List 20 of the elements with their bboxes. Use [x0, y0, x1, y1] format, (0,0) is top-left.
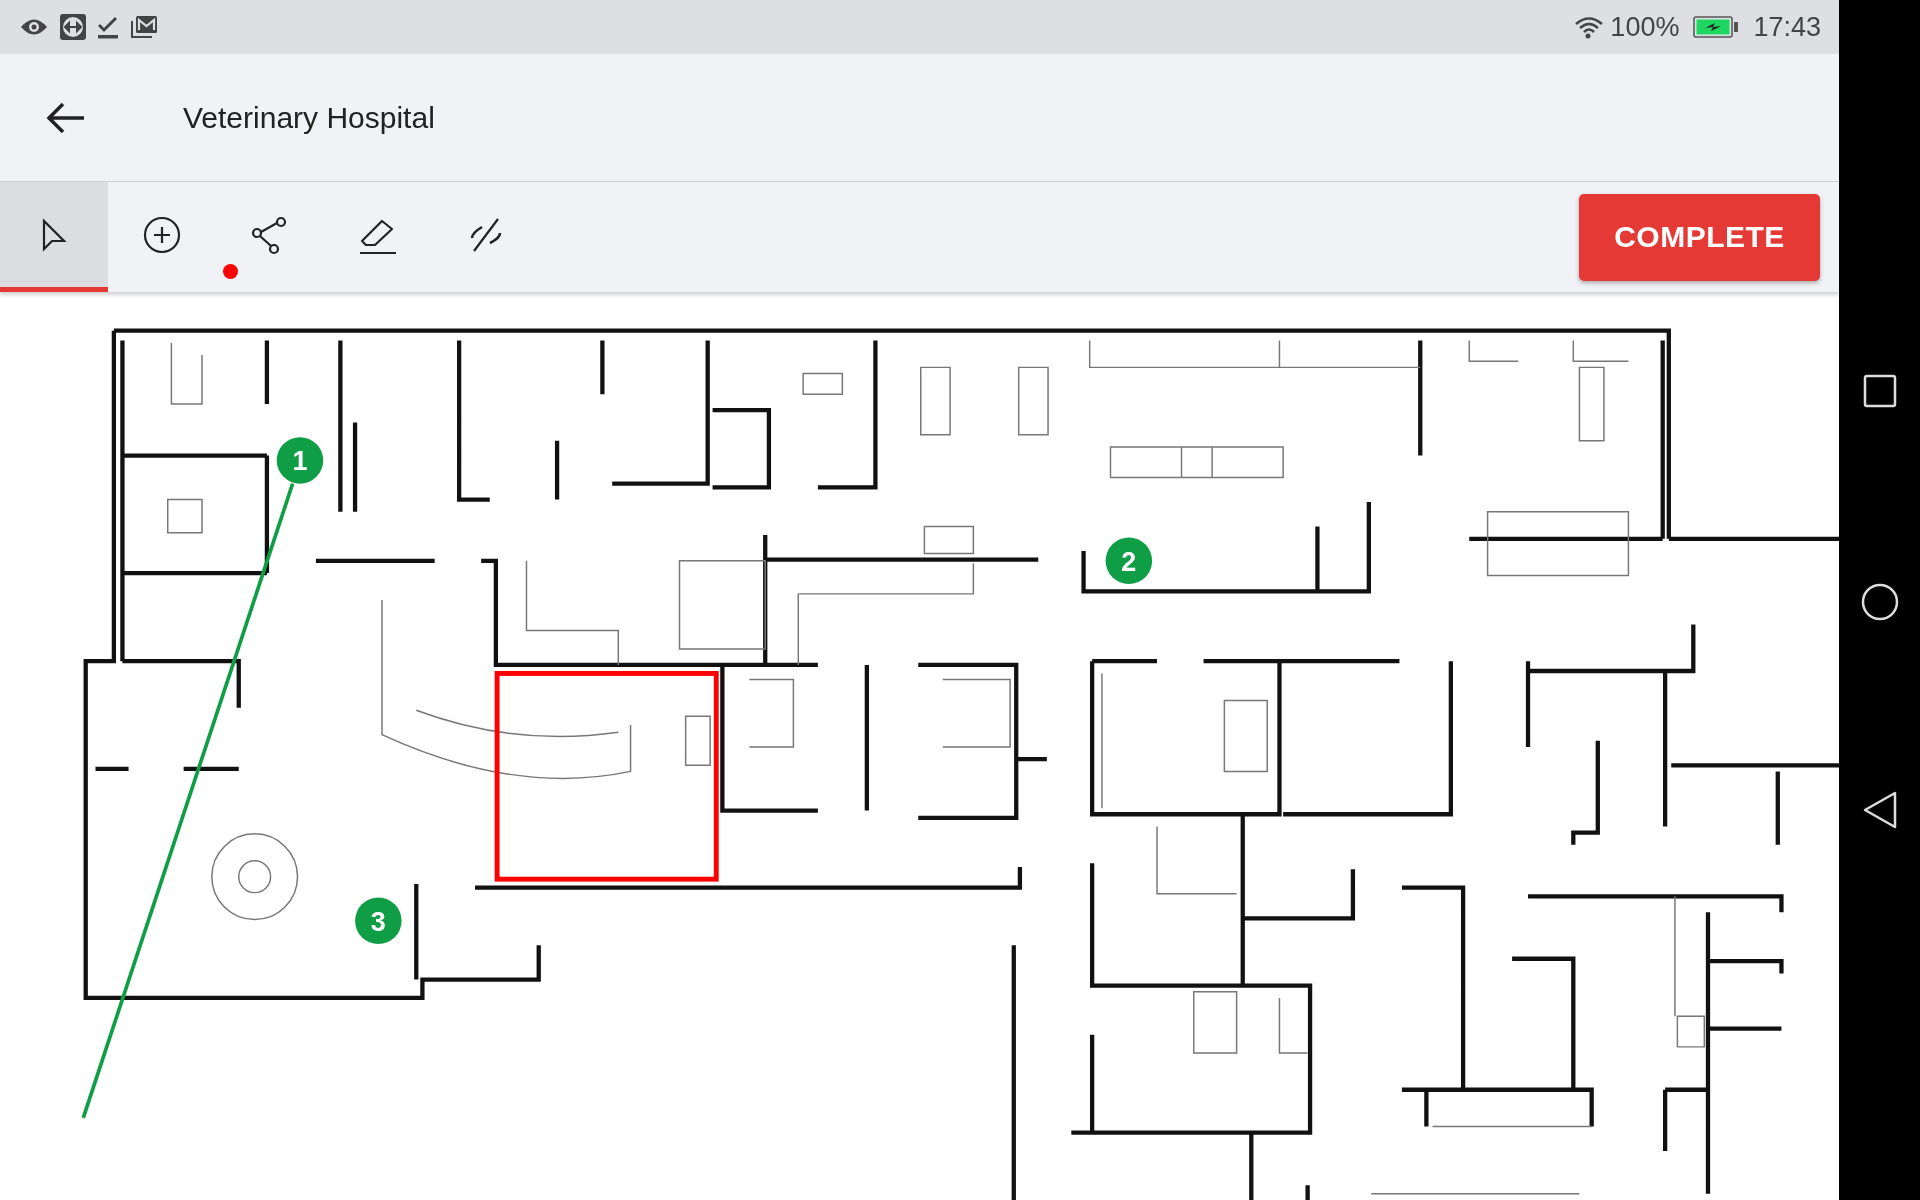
- battery-charging-icon: [1693, 16, 1740, 38]
- recents-square-icon[interactable]: [1862, 374, 1897, 408]
- back-arrow-icon: [46, 100, 86, 135]
- battery-percentage: 100%: [1610, 11, 1680, 43]
- recording-dot-icon: [223, 264, 238, 279]
- measurement-line[interactable]: [81, 483, 295, 1119]
- wifi-icon: [1574, 15, 1605, 39]
- home-circle-icon[interactable]: [1859, 582, 1900, 622]
- numbered-map-marker[interactable]: 2: [1105, 537, 1153, 585]
- selection-rectangle[interactable]: [494, 671, 719, 882]
- eye-icon: [20, 18, 48, 36]
- arrows-app-icon: [60, 14, 86, 40]
- numbered-map-marker[interactable]: 3: [355, 897, 402, 945]
- checkmark-icon: [98, 15, 118, 39]
- screen-title: Veterinary Hospital: [183, 100, 435, 135]
- numbered-map-marker[interactable]: 1: [276, 437, 324, 484]
- back-triangle-icon[interactable]: [1861, 790, 1898, 830]
- clock-time: 17:43: [1753, 11, 1821, 43]
- complete-button[interactable]: COMPLETE: [1579, 193, 1820, 281]
- mail-icon: [130, 15, 158, 39]
